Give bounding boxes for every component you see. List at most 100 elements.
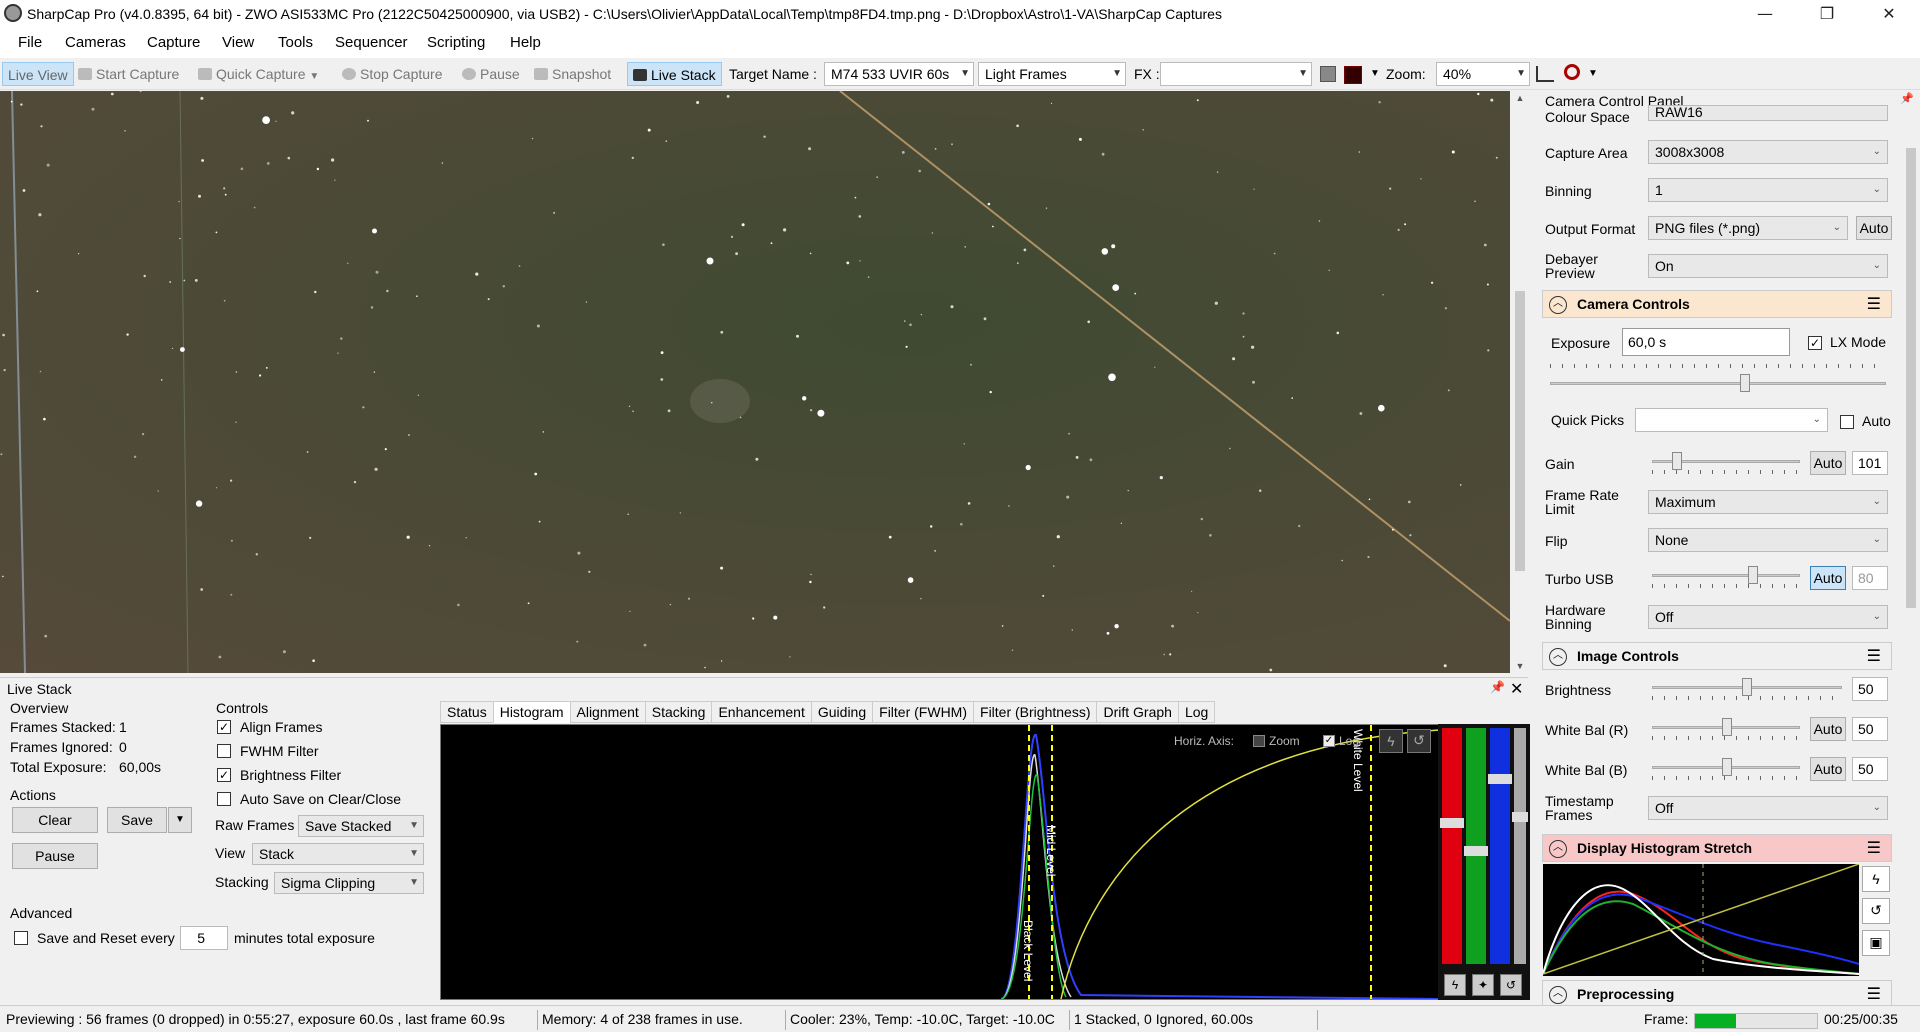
snapshot-button[interactable]: Snapshot [534,62,611,86]
menu-file[interactable]: File [18,34,42,51]
wb-b-slider[interactable] [1652,758,1800,780]
menu-icon[interactable]: ☰ [1867,981,1881,1007]
frame-rate-select[interactable]: Maximum ⌄ [1648,490,1888,514]
stacking-select[interactable]: Sigma Clipping ▼ [274,872,424,894]
fwhm-filter-checkbox[interactable] [217,744,231,758]
frame-type-select[interactable]: Light Frames ▼ [978,62,1126,86]
output-format-select[interactable]: PNG files (*.png) ⌄ [1648,216,1848,240]
menu-icon[interactable]: ☰ [1867,835,1881,861]
reset-icon[interactable]: ↺ [1862,898,1890,924]
menu-help[interactable]: Help [510,34,541,51]
wb-r-slider[interactable] [1652,718,1800,740]
tab-status[interactable]: Status [440,701,494,723]
reticule-icon[interactable] [1344,66,1362,84]
live-view-button[interactable]: Live View [2,62,74,86]
menu-capture[interactable]: Capture [147,34,200,51]
menu-sequencer[interactable]: Sequencer [335,34,408,51]
sparkle-icon[interactable]: ✦ [1472,974,1494,996]
green-channel-slider[interactable] [1464,728,1488,964]
red-channel-slider[interactable] [1440,728,1464,964]
brightness-filter-checkbox[interactable]: ✓ [217,768,231,782]
chart-icon[interactable] [1536,66,1554,82]
image-viewer[interactable] [0,91,1510,673]
close-icon[interactable]: ✕ [1510,679,1523,698]
turbo-usb-slider[interactable] [1652,566,1800,588]
minimize-button[interactable]: — [1742,0,1788,28]
clear-button[interactable]: Clear [12,807,98,833]
save-icon[interactable]: ▣ [1862,930,1890,956]
brightness-slider[interactable] [1652,678,1842,700]
wb-r-auto-button[interactable]: Auto [1810,717,1846,741]
menu-scripting[interactable]: Scripting [427,34,485,51]
menu-view[interactable]: View [222,34,254,51]
hw-binning-select[interactable]: Off ⌄ [1648,605,1888,629]
image-scrollbar[interactable]: ▲ ▼ [1512,91,1528,673]
pause-stack-button[interactable]: Pause [12,843,98,869]
collapse-icon[interactable]: ︿ [1549,296,1567,314]
colour-space-select[interactable]: RAW16 [1648,105,1888,121]
tab-filter-brightness[interactable]: Filter (Brightness) [973,701,1098,723]
wb-r-input[interactable]: 50 [1852,717,1888,741]
stop-capture-button[interactable]: Stop Capture [342,62,443,86]
scroll-up-icon[interactable]: ▲ [1512,93,1528,103]
binning-select[interactable]: 1 ⌄ [1648,178,1888,202]
scroll-down-icon[interactable]: ▼ [1512,661,1528,671]
display-histogram-plot[interactable] [1542,863,1860,976]
tab-filter-fwhm[interactable]: Filter (FWHM) [872,701,975,723]
quick-capture-button[interactable]: Quick Capture ▼ [198,62,319,86]
save-button[interactable]: Save [107,807,167,833]
gain-auto-button[interactable]: Auto [1810,451,1846,475]
zoom-magnifier-icon[interactable] [1564,64,1580,80]
chevron-down-icon[interactable]: ▼ [1370,68,1380,79]
tab-alignment[interactable]: Alignment [569,701,646,723]
camera-controls-section[interactable]: ︿ Camera Controls ☰ [1542,290,1892,318]
save-reset-checkbox[interactable] [14,931,28,945]
menu-cameras[interactable]: Cameras [65,34,126,51]
reset-icon[interactable]: ↺ [1407,729,1431,753]
pin-icon[interactable]: 📌 [1900,92,1914,105]
align-frames-checkbox[interactable]: ✓ [217,720,231,734]
tab-log[interactable]: Log [1177,701,1216,723]
live-stack-button[interactable]: Live Stack [627,62,722,86]
capture-area-select[interactable]: 3008x3008 ⌄ [1648,140,1888,164]
fx-select[interactable]: ▼ [1160,62,1312,86]
quick-picks-auto-checkbox[interactable] [1840,415,1854,429]
image-controls-section[interactable]: ︿ Image Controls ☰ [1542,642,1892,670]
gain-input[interactable]: 101 [1852,451,1888,475]
zoom-checkbox[interactable] [1253,735,1265,747]
turbo-usb-auto-button[interactable]: Auto [1810,566,1846,590]
gain-slider[interactable] [1652,452,1800,474]
log-checkbox[interactable]: ✓ [1323,735,1335,747]
exposure-slider[interactable] [1550,362,1886,392]
menu-icon[interactable]: ☰ [1867,643,1881,669]
preprocessing-section[interactable]: ︿ Preprocessing ☰ [1542,980,1892,1008]
panel-scrollbar[interactable] [1902,108,1920,1005]
blue-channel-slider[interactable] [1488,728,1512,964]
zoom-select[interactable]: 40% ▼ [1436,62,1530,86]
menu-icon[interactable]: ☰ [1867,291,1881,317]
pause-button[interactable]: Pause [462,62,520,86]
quick-picks-select[interactable]: ⌄ [1635,408,1828,432]
menu-tools[interactable]: Tools [278,34,313,51]
close-button[interactable]: ✕ [1866,0,1912,28]
channel-sliders[interactable]: ϟ ✦ ↺ [1438,724,1530,1000]
start-capture-button[interactable]: Start Capture [78,62,179,86]
collapse-icon[interactable]: ︿ [1549,840,1567,858]
collapse-icon[interactable]: ︿ [1549,648,1567,666]
auto-save-checkbox[interactable] [217,792,231,806]
scrollbar-thumb[interactable] [1515,291,1525,571]
tab-stacking[interactable]: Stacking [644,701,713,723]
view-select[interactable]: Stack ▼ [252,843,424,865]
tab-histogram[interactable]: Histogram [492,701,571,723]
wb-b-auto-button[interactable]: Auto [1810,757,1846,781]
auto-stretch-icon[interactable]: ϟ [1444,974,1466,996]
histogram-toggle-icon[interactable] [1320,66,1336,82]
save-dropdown-button[interactable]: ▼ [168,807,192,833]
wb-b-input[interactable]: 50 [1852,757,1888,781]
lx-mode-checkbox[interactable]: ✓ [1808,336,1822,350]
scrollbar-thumb[interactable] [1906,148,1916,608]
target-name-input[interactable]: M74 533 UVIR 60s ▼ [824,62,974,86]
flip-select[interactable]: None ⌄ [1648,528,1888,552]
restore-button[interactable]: ❐ [1804,0,1850,28]
timestamp-select[interactable]: Off ⌄ [1648,796,1888,820]
